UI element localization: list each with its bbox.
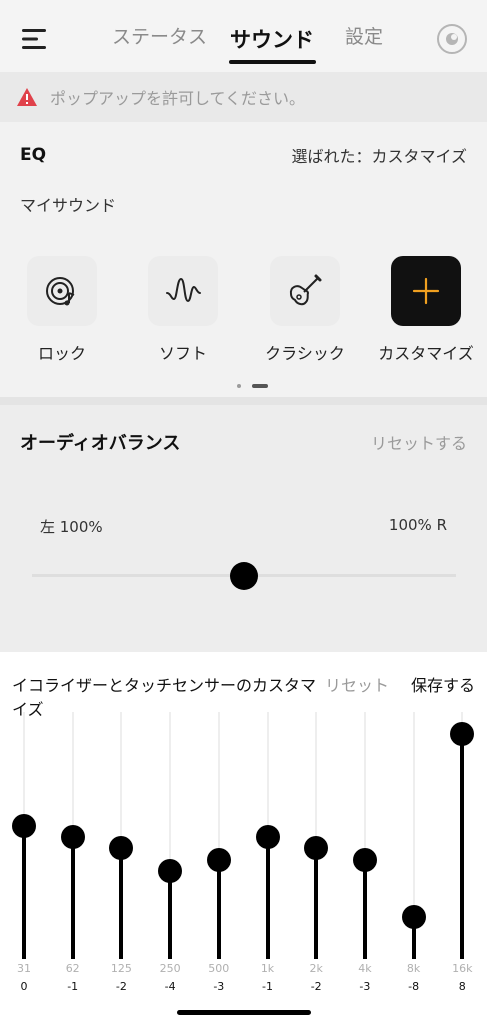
preset-label: ロック	[37, 344, 86, 363]
eq-selected-preset: 選ばれた：カスタマイズ	[291, 147, 467, 166]
eq-band-level	[119, 848, 124, 959]
balance-left-label: 左 100%	[40, 518, 103, 536]
eq-band-gain: -4	[164, 980, 176, 993]
plus-icon	[412, 277, 440, 305]
audio-balance-title: オーディオバランス	[20, 433, 181, 454]
tab-settings[interactable]: 設定	[345, 22, 383, 49]
eq-band-gain: -1	[262, 980, 273, 993]
preset-label: カスタマイズ	[378, 344, 474, 363]
eq-band-gain: -3	[359, 980, 371, 993]
eq-band-level	[70, 836, 75, 959]
eq-band-250[interactable]: 250 -4	[150, 712, 190, 1012]
eq-band-knob[interactable]	[401, 905, 426, 929]
eq-band-gain: -2	[115, 980, 127, 993]
eq-band-4k[interactable]: 4k -3	[345, 712, 385, 1012]
eq-band-knob[interactable]	[255, 824, 280, 849]
eq-band-62[interactable]: 62 -1	[53, 712, 93, 1012]
eq-band-frequency: 500	[208, 962, 230, 975]
eq-band-knob[interactable]	[60, 824, 85, 849]
home-indicator	[177, 1010, 311, 1015]
tab-sound[interactable]: サウンド	[230, 24, 314, 54]
section-divider	[0, 397, 487, 405]
eq-band-level	[362, 859, 367, 959]
popup-warning-banner[interactable]: ポップアップを許可してください。	[0, 72, 487, 122]
preset-label: クラシック	[265, 344, 345, 363]
balance-reset-button[interactable]: リセットする	[371, 430, 467, 454]
eq-band-level	[216, 859, 221, 959]
eq-band-1k[interactable]: 1k -1	[248, 712, 288, 1012]
equalizer-sheet: イコライザーとタッチセンサーのカスタマイズ リセット 保存する 31 0 62 -1 1…	[0, 652, 487, 1024]
eq-band-125[interactable]: 125 -2	[101, 712, 141, 1012]
eq-band-frequency: 2k	[309, 962, 323, 975]
eq-band-knob[interactable]	[206, 847, 231, 872]
eq-band-gain: -3	[213, 980, 225, 993]
eq-band-gain: -1	[67, 980, 79, 993]
eq-band-frequency: 16k	[452, 962, 473, 975]
eq-band-gain: -2	[310, 980, 322, 993]
rock-music-icon	[46, 277, 75, 306]
eq-band-frequency: 31	[17, 962, 31, 975]
eq-band-level	[22, 825, 26, 959]
eq-band-level	[265, 836, 270, 959]
soft-wave-icon	[166, 277, 201, 303]
eq-reset-button[interactable]: リセット	[325, 674, 389, 698]
warning-icon	[17, 88, 37, 106]
guitar-icon	[289, 274, 322, 306]
page-indicator-active	[252, 384, 268, 388]
preset-custom-button[interactable]	[391, 256, 461, 326]
balance-slider-thumb[interactable]	[230, 562, 258, 590]
active-tab-indicator	[229, 60, 316, 64]
eq-band-gain: -8	[408, 980, 420, 993]
eq-band-knob[interactable]	[12, 813, 36, 838]
eq-band-level	[460, 734, 465, 959]
eq-band-frequency: 250	[159, 962, 181, 975]
top-nav: ステータス サウンド 設定	[0, 0, 487, 72]
device-icon[interactable]	[437, 24, 467, 54]
eq-band-knob[interactable]	[304, 836, 329, 861]
eq-band-8k[interactable]: 8k -8	[394, 712, 434, 1012]
tab-status[interactable]: ステータス	[112, 22, 207, 49]
eq-band-16k[interactable]: 16k 8	[442, 712, 482, 1012]
eq-band-knob[interactable]	[352, 847, 377, 872]
eq-band-level	[168, 871, 173, 959]
eq-band-knob[interactable]	[450, 722, 475, 746]
eq-band-knob[interactable]	[109, 836, 134, 861]
my-sound-label: マイサウンド	[20, 196, 117, 215]
preset-classic-button[interactable]	[270, 256, 340, 326]
eq-title: EQ	[20, 145, 47, 165]
balance-right-label: 100% R	[388, 516, 447, 534]
eq-band-gain: 0	[20, 980, 28, 993]
warning-text: ポップアップを許可してください。	[50, 89, 306, 108]
eq-band-frequency: 1k	[260, 962, 275, 975]
eq-save-button[interactable]: 保存する	[411, 674, 475, 698]
eq-band-knob[interactable]	[158, 859, 183, 884]
preset-label: ソフト	[158, 344, 207, 363]
eq-band-gain: 8	[458, 980, 466, 993]
eq-band-500[interactable]: 500 -3	[199, 712, 239, 1012]
eq-band-frequency: 4k	[358, 962, 372, 975]
eq-section: EQ 選ばれた：カスタマイズ マイサウンド ロック ソフト クラシック カスタマ…	[0, 122, 487, 397]
audio-balance-section: オーディオバランス リセットする 左 100% 100% R	[0, 405, 487, 653]
eq-band-frequency: 8k	[406, 962, 421, 975]
eq-band-2k[interactable]: 2k -2	[296, 712, 336, 1012]
page-indicator-dot	[237, 384, 241, 388]
eq-band-level	[314, 848, 319, 959]
menu-icon[interactable]	[22, 28, 48, 50]
eq-band-frequency: 62	[65, 962, 80, 975]
eq-band-frequency: 125	[110, 962, 132, 975]
preset-soft-button[interactable]	[148, 256, 218, 326]
eq-band-31[interactable]: 31 0	[4, 712, 44, 1012]
preset-rock-button[interactable]	[27, 256, 97, 326]
